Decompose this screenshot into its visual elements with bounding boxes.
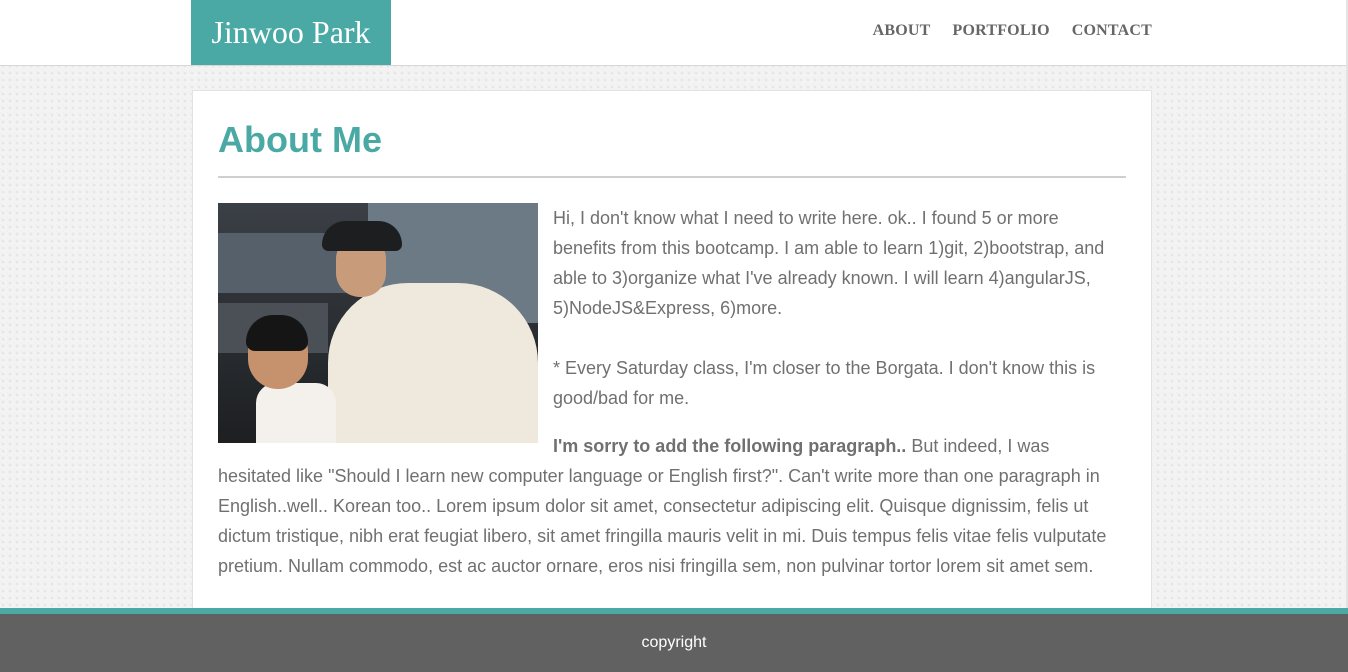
about-content: Hi, I don't know what I need to write he… <box>218 203 1108 581</box>
page-title: About Me <box>218 119 382 160</box>
copyright-text: copyright <box>641 634 707 651</box>
nav-contact[interactable]: CONTACT <box>1072 22 1152 40</box>
nav-about[interactable]: ABOUT <box>873 22 931 40</box>
brand-logo[interactable]: Jinwoo Park <box>191 0 391 65</box>
about-paragraph-3-rest: But indeed, I was hesitated like "Should… <box>218 436 1107 576</box>
nav-portfolio[interactable]: PORTFOLIO <box>953 22 1050 40</box>
about-paragraph-3: I'm sorry to add the following paragraph… <box>218 431 1108 581</box>
title-divider <box>218 176 1126 178</box>
nav-links: ABOUT PORTFOLIO CONTACT <box>873 22 1152 40</box>
apology-text: I'm sorry to add the following paragraph… <box>553 436 907 456</box>
footer: copyright <box>0 614 1348 672</box>
navbar: Jinwoo Park ABOUT PORTFOLIO CONTACT <box>0 0 1348 66</box>
profile-photo <box>218 203 538 443</box>
about-card: About Me Hi, I don't know what I need to… <box>192 90 1152 620</box>
